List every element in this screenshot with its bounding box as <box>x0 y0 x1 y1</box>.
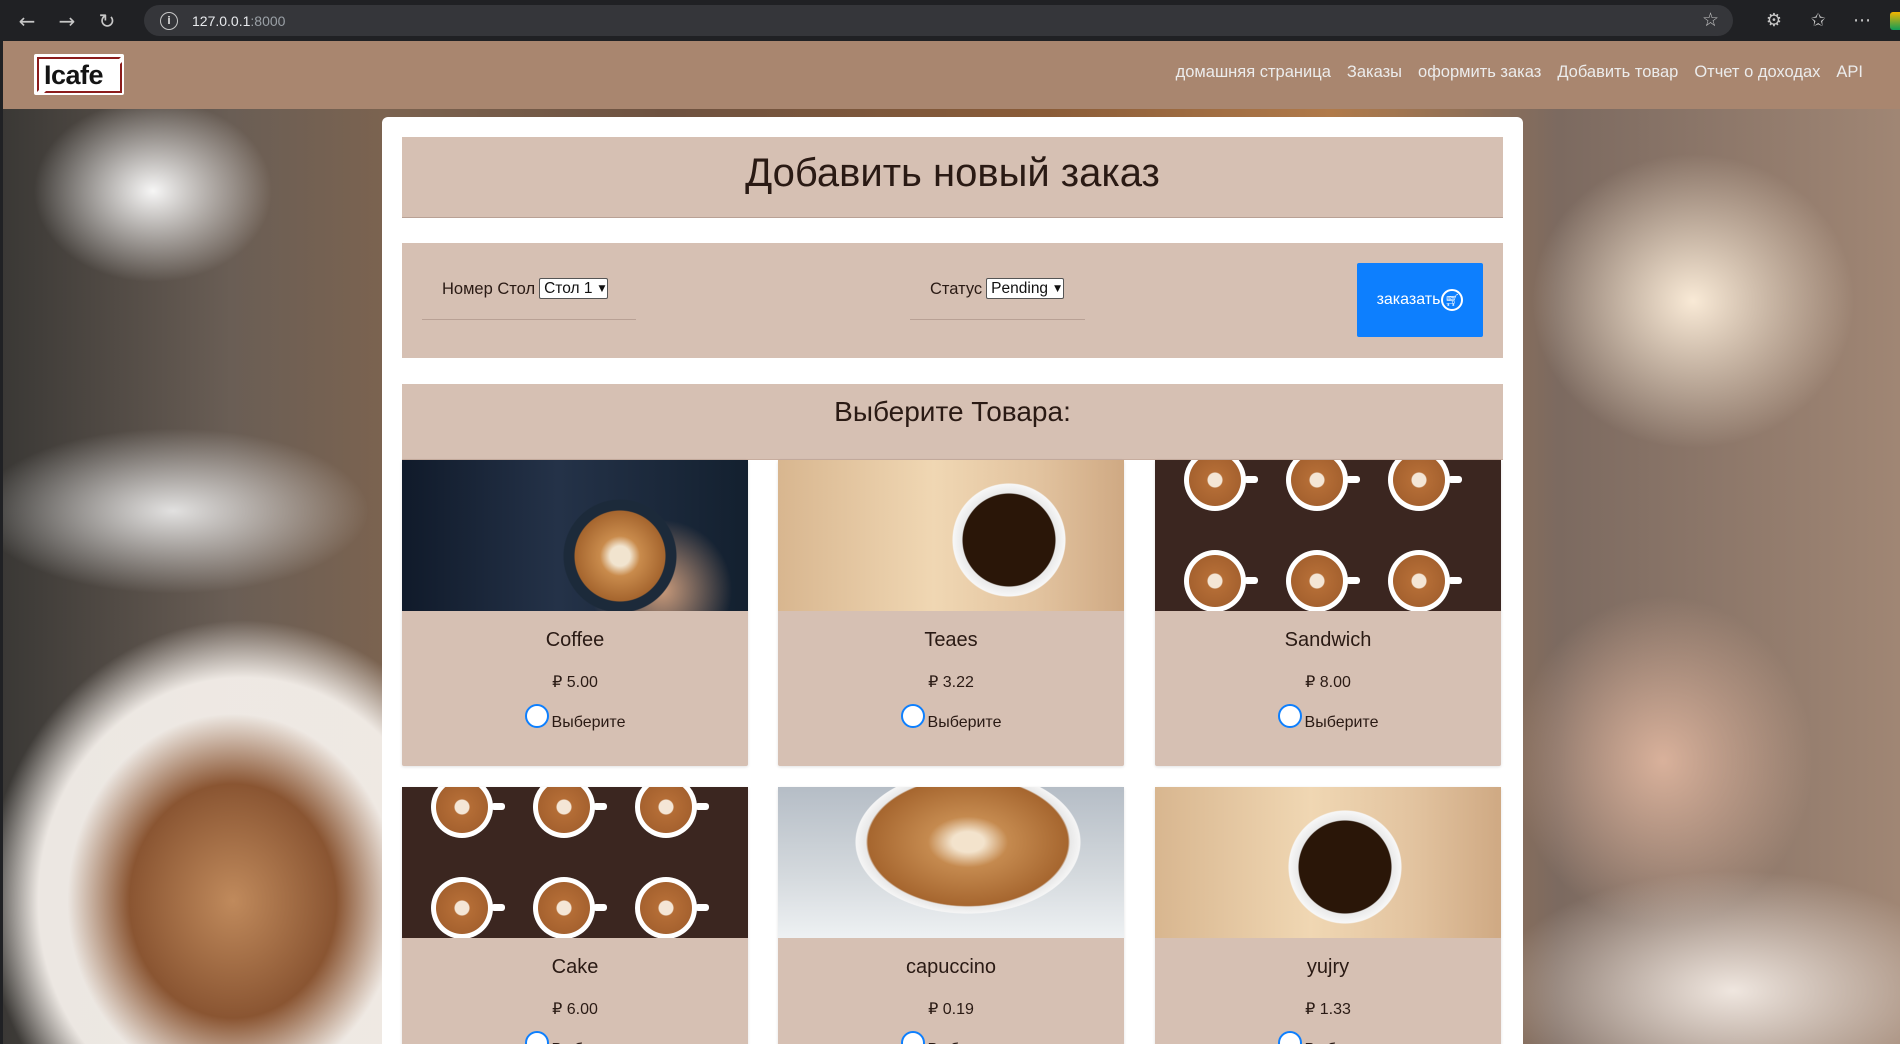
latte-art-cup <box>431 787 505 838</box>
products-heading: Выберите Товара: <box>834 396 1071 427</box>
table-label: Номер Стол <box>442 280 536 298</box>
table-select[interactable]: Стол 1 ▼ <box>539 278 609 299</box>
reload-icon[interactable]: ↻ <box>94 8 120 34</box>
products-section: Выберите Товара: Coffee ₽ 5.00 Выберите … <box>402 384 1503 1044</box>
product-image <box>778 460 1124 611</box>
title-box: Добавить новый заказ <box>402 137 1503 218</box>
table-select-value: Стол 1 <box>544 279 593 297</box>
product-price: ₽ 5.00 <box>552 674 598 691</box>
product-card-teaes[interactable]: Teaes ₽ 3.22 Выберите <box>778 460 1124 766</box>
product-select[interactable]: Выберите <box>1155 1031 1501 1044</box>
product-price: ₽ 0.19 <box>928 1001 974 1018</box>
order-submit-button[interactable]: заказать 🛒︎ <box>1357 263 1483 337</box>
product-name: Sandwich <box>1284 629 1372 651</box>
latte-art-cup <box>1184 550 1258 611</box>
product-select-label: Выберите <box>1304 714 1379 731</box>
product-name: Teaes <box>924 629 978 651</box>
product-image <box>778 787 1124 938</box>
nav-link-home[interactable]: домашняя страница <box>1176 63 1331 82</box>
product-select[interactable]: Выберите <box>778 704 1124 732</box>
status-select-value: Pending <box>991 279 1049 297</box>
order-submit-label: заказать <box>1376 291 1441 308</box>
site-info-icon[interactable]: i <box>160 11 178 30</box>
logo-text: Icafe <box>44 60 104 90</box>
latte-art-cup <box>533 787 607 838</box>
product-select[interactable]: Выберите <box>402 1031 748 1044</box>
more-menu-icon[interactable]: ⋯ <box>1840 10 1884 31</box>
status-label: Статус <box>930 280 983 298</box>
site-navbar: Icafe домашняя страница Заказы оформить … <box>3 41 1900 109</box>
product-radio[interactable] <box>1277 1031 1302 1044</box>
product-select-label: Выберите <box>927 714 1002 731</box>
address-bar[interactable]: i 127.0.0.1:8000 ☆ <box>144 5 1733 36</box>
product-radio[interactable] <box>900 704 925 728</box>
product-image <box>1155 787 1501 938</box>
status-select-group: Статус Pending ▼ <box>910 278 1085 320</box>
latte-art-cup <box>635 787 709 838</box>
latte-art-cup <box>1388 550 1462 611</box>
product-name: Coffee <box>545 629 605 651</box>
product-price: ₽ 3.22 <box>928 674 974 691</box>
products-header: Выберите Товара: <box>402 384 1503 460</box>
product-price: ₽ 6.00 <box>552 1001 598 1018</box>
product-image <box>1155 460 1501 611</box>
profile-icon[interactable] <box>1890 11 1900 30</box>
back-arrow-icon[interactable]: ← <box>14 8 40 34</box>
latte-art-cup <box>635 877 709 938</box>
nav-link-api[interactable]: API <box>1836 63 1863 82</box>
product-radio[interactable] <box>524 704 549 728</box>
nav-links: домашняя страница Заказы оформить заказ … <box>1160 63 1863 82</box>
status-select[interactable]: Pending ▼ <box>986 278 1064 299</box>
latte-art-cup <box>1388 460 1462 511</box>
table-select-group: Номер Стол Стол 1 ▼ <box>422 278 636 320</box>
url-text: 127.0.0.1:8000 <box>192 12 286 29</box>
product-select[interactable]: Выберите <box>402 704 748 732</box>
product-card-coffee[interactable]: Coffee ₽ 5.00 Выберите <box>402 460 748 766</box>
product-name: Cake <box>551 956 599 978</box>
product-select[interactable]: Выберите <box>1155 704 1501 732</box>
product-card-yujry[interactable]: yujry ₽ 1.33 Выберите <box>1155 787 1501 1044</box>
product-select[interactable]: Выберите <box>778 1031 1124 1044</box>
forward-arrow-icon[interactable]: → <box>54 8 80 34</box>
order-controls: Номер Стол Стол 1 ▼ Статус Pending ▼ зак… <box>402 243 1503 358</box>
product-radio[interactable] <box>524 1031 549 1044</box>
latte-art-cup <box>533 877 607 938</box>
page-viewport: Icafe домашняя страница Заказы оформить … <box>3 41 1900 1044</box>
latte-art-cup <box>1286 550 1360 611</box>
product-name: capuccino <box>905 956 997 978</box>
nav-link-add-product[interactable]: Добавить товар <box>1557 63 1678 82</box>
site-logo[interactable]: Icafe <box>34 54 124 95</box>
favorites-icon[interactable]: ✩ <box>1796 10 1840 31</box>
chevron-down-icon: ▼ <box>598 283 606 294</box>
nav-link-orders[interactable]: Заказы <box>1347 63 1402 82</box>
product-card-capuccino[interactable]: capuccino ₽ 0.19 Выберите <box>778 787 1124 1044</box>
product-radio[interactable] <box>900 1031 925 1044</box>
bookmark-star-icon[interactable]: ☆ <box>1702 9 1719 31</box>
product-card-cake[interactable]: Cake ₽ 6.00 Выберите <box>402 787 748 1044</box>
product-image <box>402 787 748 938</box>
browser-toolbar: ← → ↻ i 127.0.0.1:8000 ☆ ⚙ ✩ ⋯ <box>0 0 1900 41</box>
nav-link-place-order[interactable]: оформить заказ <box>1418 63 1541 82</box>
cart-icon: 🛒︎ <box>1441 289 1464 311</box>
latte-art-cup <box>431 877 505 938</box>
product-radio[interactable] <box>1277 704 1302 728</box>
product-card-sandwich[interactable]: Sandwich ₽ 8.00 Выберите <box>1155 460 1501 766</box>
product-image <box>402 460 748 611</box>
product-price: ₽ 1.33 <box>1305 1001 1351 1018</box>
order-form-card: Добавить новый заказ Номер Стол Стол 1 ▼… <box>382 117 1523 1044</box>
product-price: ₽ 8.00 <box>1305 674 1351 691</box>
product-name: yujry <box>1306 956 1350 978</box>
page-title: Добавить новый заказ <box>745 151 1160 195</box>
nav-link-income-report[interactable]: Отчет о доходах <box>1694 63 1820 82</box>
product-select-label: Выберите <box>551 714 626 731</box>
latte-art-cup <box>1286 460 1360 511</box>
extensions-icon[interactable]: ⚙ <box>1752 10 1796 31</box>
latte-art-cup <box>1184 460 1258 511</box>
chevron-down-icon: ▼ <box>1054 283 1061 294</box>
